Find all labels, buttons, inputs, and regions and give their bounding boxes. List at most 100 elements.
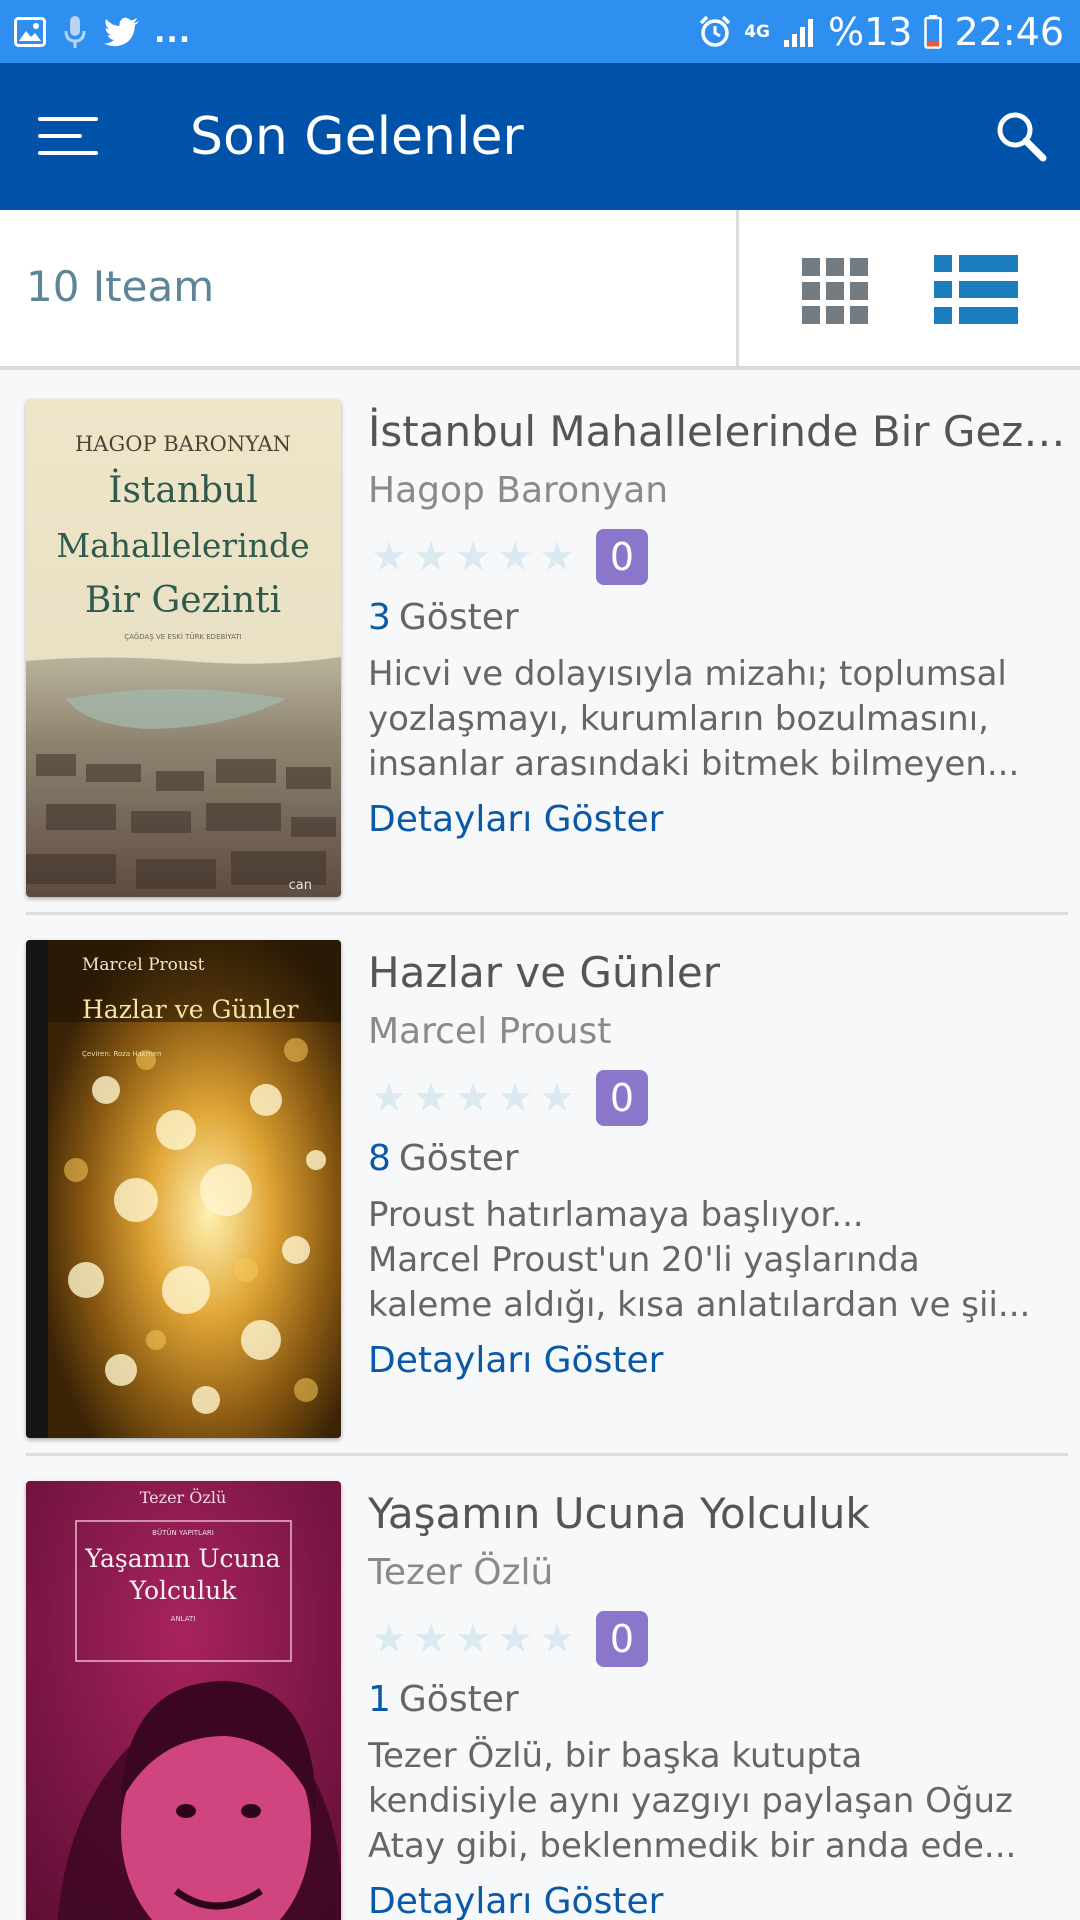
network-type: 4G bbox=[744, 21, 771, 42]
book-title[interactable]: İstanbul Mahallelerinde Bir Gezinti bbox=[368, 404, 1068, 460]
cover-author: Tezer Özlü bbox=[140, 1487, 227, 1507]
cover-author: Marcel Proust bbox=[82, 955, 205, 975]
description-line: Proust hatırlamaya başlıyor... bbox=[368, 1195, 864, 1235]
star-icon: ★ bbox=[539, 1616, 575, 1662]
details-link[interactable]: Detayları Göster bbox=[368, 795, 1068, 845]
description-line: Hicvi ve dolayısıyla mizahı; toplumsal bbox=[368, 654, 1007, 694]
cover-title-line: İstanbul bbox=[108, 469, 258, 511]
star-icon: ★ bbox=[413, 534, 449, 580]
description-line: insanlar arasındaki bitmek bilmeyen... bbox=[368, 744, 1020, 784]
list-view-icon[interactable] bbox=[934, 255, 1018, 325]
list-item[interactable]: Marcel Proust Hazlar ve Günler Çeviren: … bbox=[0, 915, 1080, 1456]
views-label: Göster bbox=[398, 597, 519, 638]
details-link[interactable]: Detayları Göster bbox=[368, 1336, 1068, 1386]
divider bbox=[736, 210, 739, 370]
star-icon: ★ bbox=[455, 534, 491, 580]
views-count: 3 bbox=[368, 597, 391, 638]
description-line: Marcel Proust'un 20'li yaşlarında bbox=[368, 1240, 920, 1280]
status-bar-notifications: ... bbox=[14, 12, 191, 52]
app-toolbar: Son Gelenler bbox=[0, 63, 1080, 210]
star-rating: ★ ★ ★ ★ ★ bbox=[368, 1076, 578, 1120]
status-overflow: ... bbox=[154, 14, 192, 50]
cover-genre: ANLATI bbox=[171, 1615, 196, 1623]
book-description: Proust hatırlamaya başlıyor... Marcel Pr… bbox=[368, 1193, 1068, 1328]
rating: ★ ★ ★ ★ ★ 0 bbox=[368, 1611, 1068, 1667]
book-author: Tezer Özlü bbox=[368, 1552, 554, 1593]
signal-icon bbox=[784, 19, 814, 47]
rating: ★ ★ ★ ★ ★ 0 bbox=[368, 529, 1068, 585]
views-label: Göster bbox=[398, 1138, 519, 1179]
grid-view-icon[interactable] bbox=[802, 258, 868, 324]
star-icon: ★ bbox=[497, 1075, 533, 1121]
book-info: Hazlar ve Günler Marcel Proust ★ ★ ★ ★ ★ 0 8… bbox=[368, 945, 1068, 1386]
star-rating: ★ ★ ★ ★ ★ bbox=[368, 1617, 578, 1661]
star-icon: ★ bbox=[371, 534, 407, 580]
menu-icon[interactable] bbox=[28, 105, 108, 167]
status-bar: ... 4G %13 22:46 bbox=[0, 0, 1080, 63]
battery-percent: %13 bbox=[828, 10, 913, 54]
book-author: Marcel Proust bbox=[368, 1011, 612, 1052]
star-icon: ★ bbox=[371, 1616, 407, 1662]
book-description: Hicvi ve dolayısıyla mizahı; toplumsal y… bbox=[368, 652, 1068, 787]
description-line: kendisiyle aynı yazgıyı paylaşan Oğuz bbox=[368, 1781, 1013, 1821]
image-icon bbox=[14, 17, 46, 47]
star-icon: ★ bbox=[371, 1075, 407, 1121]
twitter-icon bbox=[104, 17, 139, 47]
rating: ★ ★ ★ ★ ★ 0 bbox=[368, 1070, 1068, 1126]
views-row: 8 Göster bbox=[368, 1133, 1068, 1185]
list-item[interactable]: Tezer Özlü BÜTÜN YAPITLARI Yaşamın Ucuna… bbox=[0, 1456, 1080, 1920]
mic-icon bbox=[64, 16, 86, 48]
star-icon: ★ bbox=[413, 1075, 449, 1121]
star-icon: ★ bbox=[539, 1075, 575, 1121]
book-info: İstanbul Mahallelerinde Bir Gezinti Hago… bbox=[368, 404, 1068, 845]
list-item[interactable]: HAGOP BARONYAN İstanbul Mahallelerinde B… bbox=[0, 374, 1080, 915]
star-rating: ★ ★ ★ ★ ★ bbox=[368, 535, 578, 579]
views-count: 8 bbox=[368, 1138, 391, 1179]
page-title: Son Gelenler bbox=[190, 107, 524, 167]
status-bar-system: 4G %13 22:46 bbox=[698, 8, 1064, 56]
views-count: 1 bbox=[368, 1679, 391, 1720]
views-label: Göster bbox=[398, 1679, 519, 1720]
book-info: Yaşamın Ucuna Yolculuk Tezer Özlü ★ ★ ★ ★ ★ … bbox=[368, 1486, 1068, 1920]
star-icon: ★ bbox=[413, 1616, 449, 1662]
rating-count-badge: 0 bbox=[596, 1611, 648, 1667]
item-count: 10 Iteam bbox=[26, 262, 215, 311]
star-icon: ★ bbox=[455, 1075, 491, 1121]
clock: 22:46 bbox=[954, 10, 1064, 54]
cover-title-line: Mahallelerinde bbox=[56, 526, 309, 565]
star-icon: ★ bbox=[497, 1616, 533, 1662]
star-icon: ★ bbox=[539, 534, 575, 580]
star-icon: ★ bbox=[497, 534, 533, 580]
list-header: 10 Iteam bbox=[0, 210, 1080, 370]
cover-title-line: Yaşamın Ucuna bbox=[84, 1544, 280, 1573]
battery-icon bbox=[924, 15, 943, 49]
description-line: kaleme aldığı, kısa anlatılardan ve şii.… bbox=[368, 1285, 1031, 1325]
cover-series: BÜTÜN YAPITLARI bbox=[152, 1528, 214, 1537]
book-title[interactable]: Hazlar ve Günler bbox=[368, 945, 1068, 1001]
star-icon: ★ bbox=[455, 1616, 491, 1662]
description-line: Atay gibi, beklenmedik bir anda ede... bbox=[368, 1826, 1017, 1866]
description-line: Tezer Özlü, bir başka kutupta bbox=[368, 1736, 863, 1776]
details-link[interactable]: Detayları Göster bbox=[368, 1877, 1068, 1920]
cover-subtitle: Çeviren: Roza Hakmen bbox=[82, 1050, 162, 1058]
book-cover[interactable]: Marcel Proust Hazlar ve Günler Çeviren: … bbox=[26, 940, 341, 1438]
views-row: 3 Göster bbox=[368, 592, 1068, 644]
book-cover[interactable]: Tezer Özlü BÜTÜN YAPITLARI Yaşamın Ucuna… bbox=[26, 1481, 341, 1920]
book-list: HAGOP BARONYAN İstanbul Mahallelerinde B… bbox=[0, 374, 1080, 1920]
cover-title-line: Yolculuk bbox=[129, 1576, 238, 1605]
cover-subtitle: ÇAĞDAŞ VE ESKİ TÜRK EDEBİYATI bbox=[124, 632, 241, 641]
book-cover[interactable]: HAGOP BARONYAN İstanbul Mahallelerinde B… bbox=[26, 399, 341, 897]
rating-count-badge: 0 bbox=[596, 1070, 648, 1126]
search-icon[interactable] bbox=[992, 107, 1050, 165]
cover-title-line: Hazlar ve Günler bbox=[82, 995, 299, 1024]
book-description: Tezer Özlü, bir başka kutupta kendisiyle… bbox=[368, 1734, 1068, 1869]
book-title[interactable]: Yaşamın Ucuna Yolculuk bbox=[368, 1486, 1068, 1542]
views-row: 1 Göster bbox=[368, 1674, 1068, 1726]
cover-title-line: Bir Gezinti bbox=[85, 580, 281, 621]
cover-publisher: can bbox=[289, 878, 312, 893]
rating-count-badge: 0 bbox=[596, 529, 648, 585]
alarm-icon bbox=[699, 15, 731, 47]
description-line: yozlaşmayı, kurumların bozulmasını, bbox=[368, 699, 989, 739]
cover-author: HAGOP BARONYAN bbox=[75, 432, 291, 456]
book-author: Hagop Baronyan bbox=[368, 470, 669, 511]
